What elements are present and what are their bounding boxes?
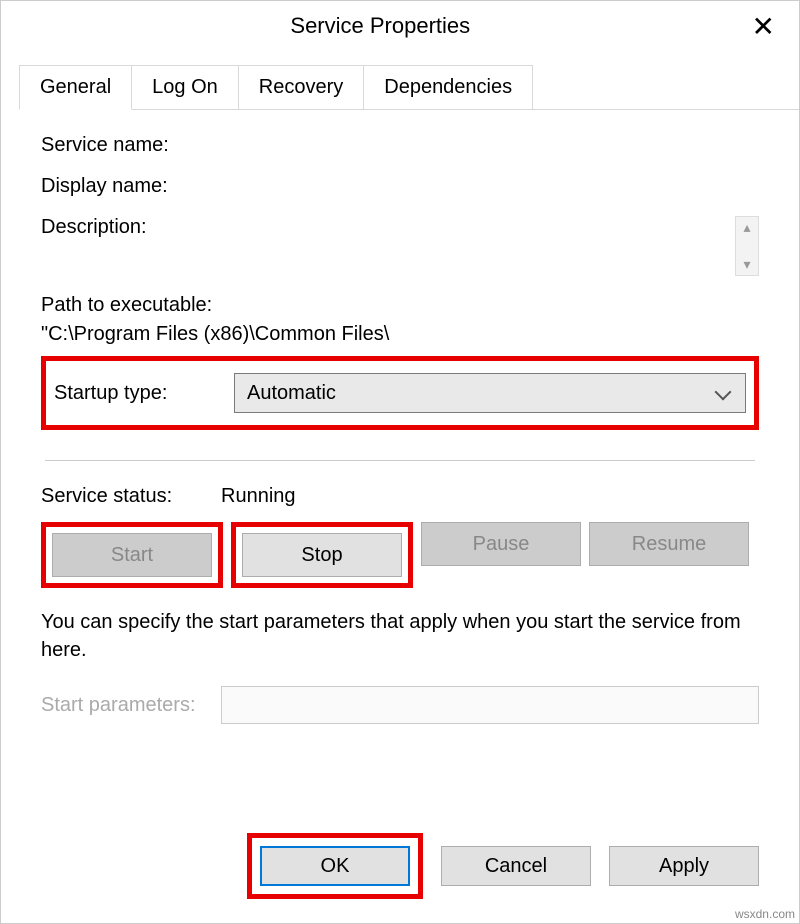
dialog-footer: OK Cancel Apply [1,821,799,923]
description-label: Description: [41,216,221,239]
apply-button[interactable]: Apply [609,846,759,886]
tab-strip: General Log On Recovery Dependencies [19,65,799,110]
cancel-button[interactable]: Cancel [441,846,591,886]
dialog-title: Service Properties [17,13,744,39]
start-button: Start [52,533,212,577]
close-icon[interactable]: ✕ [744,10,783,43]
tab-dependencies[interactable]: Dependencies [364,65,533,110]
service-name-label: Service name: [41,134,221,157]
start-params-hint: You can specify the start parameters tha… [41,608,759,664]
watermark: wsxdn.com [732,906,798,922]
ok-button[interactable]: OK [260,846,410,886]
startup-type-value: Automatic [247,382,336,405]
highlight-startup-type: Startup type: Automatic [41,356,759,430]
highlight-start-button: Start [41,522,223,588]
tab-content: Service name: Display name: Description:… [1,110,799,821]
chevron-down-icon[interactable]: ▾ [743,256,750,273]
startup-type-select[interactable]: Automatic [234,373,746,413]
service-status-value: Running [221,485,296,508]
tab-general[interactable]: General [19,65,132,110]
stop-button[interactable]: Stop [242,533,402,577]
service-status-label: Service status: [41,485,221,508]
tab-recovery[interactable]: Recovery [239,65,364,110]
service-properties-dialog: Service Properties ✕ General Log On Reco… [0,0,800,924]
display-name-label: Display name: [41,175,221,198]
separator [45,460,755,461]
titlebar: Service Properties ✕ [1,1,799,51]
path-label: Path to executable: [41,294,759,317]
path-value: "C:\Program Files (x86)\Common Files\ [41,323,759,346]
highlight-stop-button: Stop [231,522,413,588]
description-scrollbar[interactable]: ▴ ▾ [735,216,759,276]
chevron-up-icon[interactable]: ▴ [743,219,750,236]
startup-type-label: Startup type: [54,382,234,405]
pause-button: Pause [421,522,581,566]
highlight-ok-button: OK [247,833,423,899]
start-params-label: Start parameters: [41,694,221,717]
tab-log-on[interactable]: Log On [132,65,239,110]
start-params-input [221,686,759,724]
resume-button: Resume [589,522,749,566]
